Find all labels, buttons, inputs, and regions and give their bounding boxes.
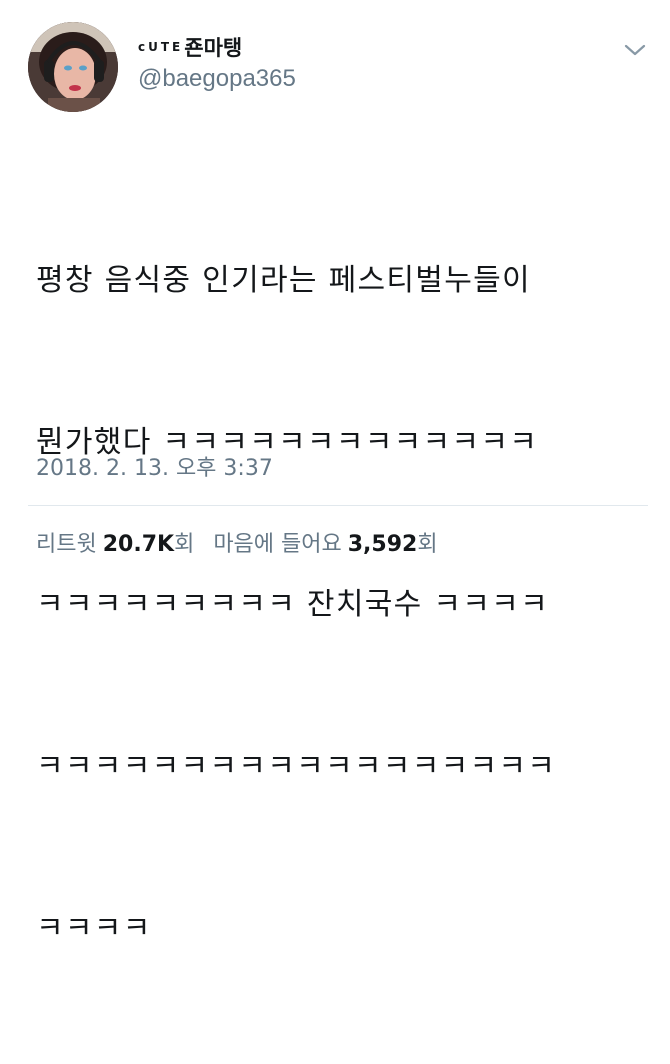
divider	[28, 505, 648, 506]
user-names: cUTE죤마탱 @baegopa365	[138, 34, 296, 93]
like-unit: 회	[417, 532, 438, 557]
tweet-text-line: 평창 음식중 인기라는 페스티벌누들이	[36, 263, 531, 298]
tweet-text-line: ㅋㅋㅋㅋ	[36, 911, 152, 946]
tweet-menu-button[interactable]	[622, 40, 648, 60]
avatar-image	[28, 22, 118, 112]
tweet-text-line: ㅋㅋㅋㅋㅋㅋㅋㅋㅋㅋㅋㅋㅋㅋㅋㅋㅋㅋ	[36, 749, 557, 784]
retweet-unit: 회	[174, 532, 195, 557]
display-name[interactable]: cUTE죤마탱	[138, 34, 296, 61]
retweet-stat[interactable]: 리트윗 20.7K회	[36, 532, 194, 557]
tweet-text: 평창 음식중 인기라는 페스티벌누들이 뭔가했다 ㅋㅋㅋㅋㅋㅋㅋㅋㅋㅋㅋㅋㅋ ㅋ…	[36, 146, 646, 1064]
like-label: 마음에 들어요	[213, 532, 342, 557]
retweet-count: 20.7K	[102, 532, 175, 557]
display-name-prefix: cUTE	[138, 40, 184, 54]
tweet-header: cUTE죤마탱 @baegopa365	[0, 0, 670, 120]
tweet-timestamp[interactable]: 2018. 2. 13. 오후 3:37	[36, 454, 273, 484]
avatar[interactable]	[28, 22, 118, 112]
tweet-text-line: ㅋㅋㅋㅋㅋㅋㅋㅋㅋ 잔치국수 ㅋㅋㅋㅋ	[36, 587, 549, 622]
like-count: 3,592	[347, 532, 418, 557]
tweet-stats: 리트윗 20.7K회 마음에 들어요 3,592회	[36, 530, 438, 560]
user-handle[interactable]: @baegopa365	[138, 65, 296, 93]
display-name-text: 죤마탱	[184, 36, 243, 60]
like-stat[interactable]: 마음에 들어요 3,592회	[213, 532, 437, 557]
chevron-down-icon	[624, 44, 646, 56]
retweet-label: 리트윗	[36, 532, 97, 557]
tweet-card: cUTE죤마탱 @baegopa365 평창 음식중 인기라는 페스티벌누들이 …	[0, 0, 670, 946]
